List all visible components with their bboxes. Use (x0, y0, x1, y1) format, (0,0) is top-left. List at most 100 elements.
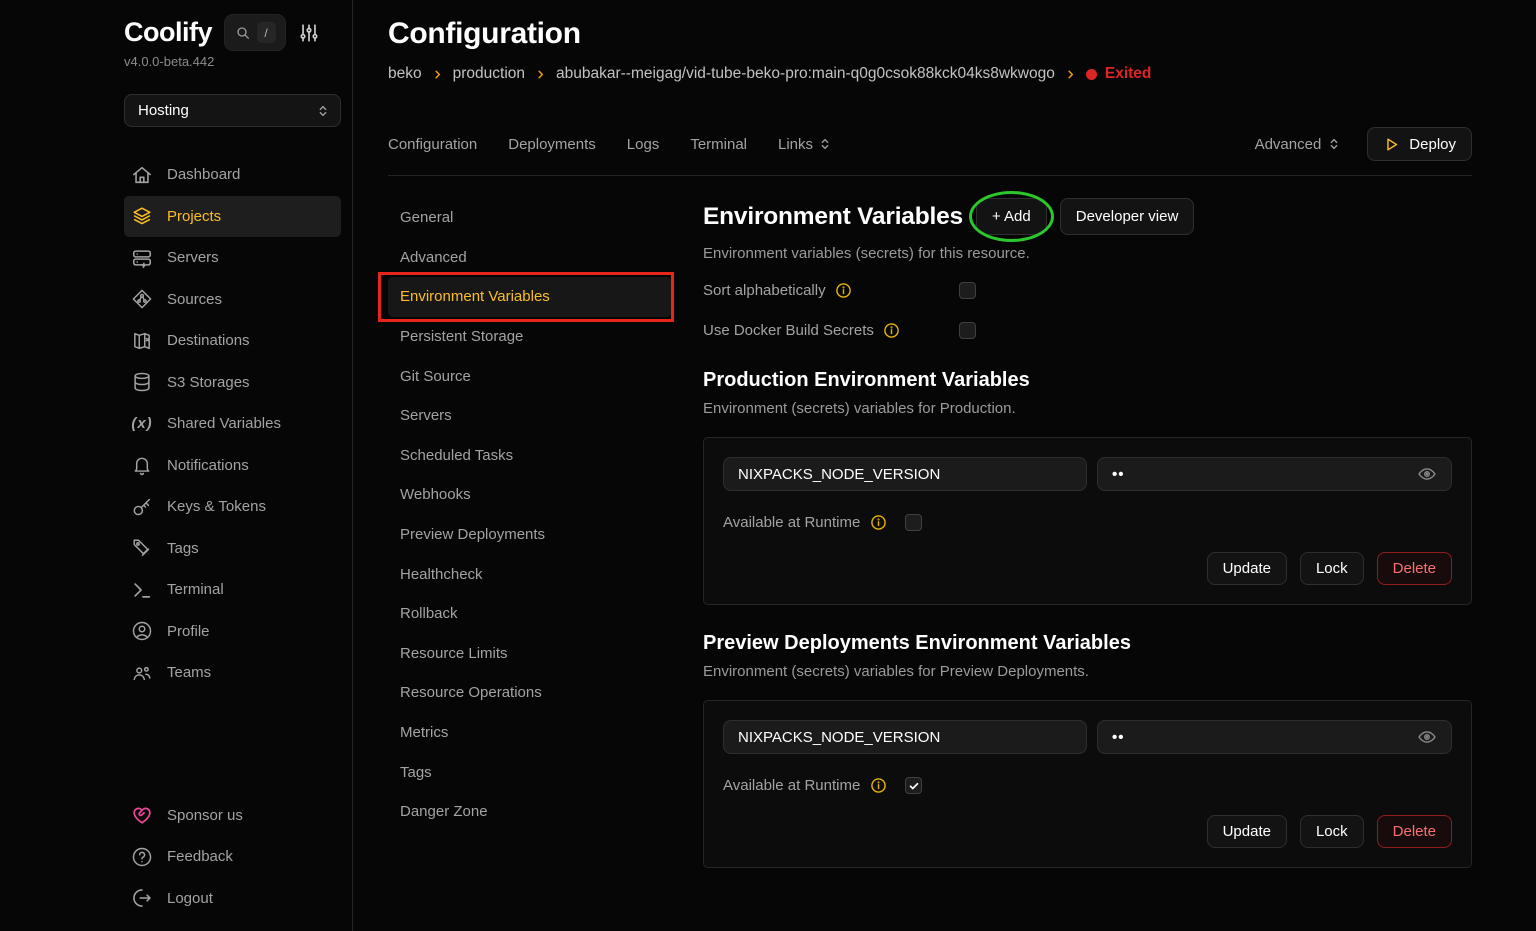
sidebar-item-logout[interactable]: Logout (124, 878, 341, 920)
env-var-name-input[interactable] (723, 457, 1087, 491)
slash-key-hint: / (257, 22, 276, 43)
advanced-dropdown[interactable]: Advanced (1255, 136, 1343, 153)
breadcrumb-team[interactable]: beko (388, 65, 422, 83)
sidebar-item-terminal[interactable]: Terminal (124, 569, 341, 611)
sidebar-item-label: Servers (167, 249, 219, 266)
delete-button[interactable]: Delete (1377, 552, 1452, 585)
sidebar-item-label: Keys & Tokens (167, 498, 266, 515)
subnav-item-servers[interactable]: Servers (388, 396, 672, 436)
sidebar-item-feedback[interactable]: Feedback (124, 836, 341, 878)
env-var-name-input[interactable] (723, 720, 1087, 754)
tab-links-label: Links (778, 136, 813, 153)
sidebar-item-projects[interactable]: Projects (124, 196, 341, 238)
sidebar-item-notifications[interactable]: Notifications (124, 445, 341, 487)
question-circle-icon (131, 846, 153, 868)
breadcrumb-environment[interactable]: production (453, 65, 525, 83)
sidebar-item-s3-storages[interactable]: S3 Storages (124, 362, 341, 404)
subnav-item-advanced[interactable]: Advanced (388, 238, 672, 278)
env-var-value-input[interactable]: •• (1097, 457, 1452, 491)
available-at-runtime-row: Available at Runtime (723, 777, 1452, 794)
subnav-item-scheduled-tasks[interactable]: Scheduled Tasks (388, 436, 672, 476)
info-icon (835, 282, 852, 299)
subnav-item-environment-variables[interactable]: Environment Variables (388, 277, 672, 317)
sidebar-item-servers[interactable]: Servers (124, 237, 341, 279)
sliders-icon[interactable] (298, 22, 320, 44)
subnav-item-danger-zone[interactable]: Danger Zone (388, 792, 672, 832)
tab-links[interactable]: Links (778, 136, 833, 153)
tab-logs[interactable]: Logs (627, 136, 660, 153)
subnav-item-tags[interactable]: Tags (388, 752, 672, 792)
chevron-up-down-icon (817, 136, 833, 152)
subnav-item-resource-limits[interactable]: Resource Limits (388, 634, 672, 674)
map-icon (131, 330, 153, 352)
sidebar-item-keys-tokens[interactable]: Keys & Tokens (124, 486, 341, 528)
info-icon (870, 777, 887, 794)
sidebar-item-label: Profile (167, 623, 210, 640)
sidebar-item-profile[interactable]: Profile (124, 611, 341, 653)
update-button[interactable]: Update (1207, 815, 1287, 848)
play-icon (1383, 136, 1400, 153)
subnav-item-persistent-storage[interactable]: Persistent Storage (388, 317, 672, 357)
sidebar-item-tags[interactable]: Tags (124, 528, 341, 570)
sidebar-item-sponsor-us[interactable]: Sponsor us (124, 795, 341, 837)
subnav-item-git-source[interactable]: Git Source (388, 356, 672, 396)
sort-alphabetically-row: Sort alphabetically (703, 279, 976, 302)
sidebar-item-label: Tags (167, 540, 199, 557)
sidebar: Coolify / v4.0.0-beta.442 Hosting Dashbo… (0, 0, 353, 931)
add-variable-button[interactable]: + Add (976, 198, 1047, 235)
search-button[interactable]: / (224, 14, 286, 51)
subnav-item-general[interactable]: General (388, 198, 672, 238)
preview-section-subtitle: Environment (secrets) variables for Prev… (703, 663, 1472, 680)
main-content: Configuration beko production abubakar--… (353, 0, 1536, 931)
sort-alphabetically-checkbox[interactable] (959, 282, 976, 299)
tabs-divider (388, 175, 1472, 176)
sidebar-item-label: Sources (167, 291, 222, 308)
deploy-button[interactable]: Deploy (1367, 127, 1472, 161)
lock-button[interactable]: Lock (1300, 815, 1364, 848)
check-icon (908, 780, 920, 792)
sidebar-item-dashboard[interactable]: Dashboard (124, 154, 341, 196)
sidebar-header: Coolify / (124, 14, 341, 51)
sidebar-item-destinations[interactable]: Destinations (124, 320, 341, 362)
available-at-runtime-checkbox[interactable] (905, 514, 922, 531)
page-title: Configuration (388, 17, 1472, 51)
subnav-item-preview-deployments[interactable]: Preview Deployments (388, 515, 672, 555)
subnav-item-webhooks[interactable]: Webhooks (388, 475, 672, 515)
status-badge[interactable]: Exited (1086, 65, 1152, 83)
sidebar-item-label: Notifications (167, 457, 249, 474)
tab-configuration[interactable]: Configuration (388, 136, 477, 153)
eye-icon[interactable] (1417, 727, 1437, 747)
lock-button[interactable]: Lock (1300, 552, 1364, 585)
breadcrumb-resource[interactable]: abubakar--meigag/vid-tube-beko-pro:main-… (556, 65, 1055, 83)
key-icon (131, 496, 153, 518)
production-section-title: Production Environment Variables (703, 369, 1472, 392)
developer-view-button[interactable]: Developer view (1060, 198, 1195, 235)
subnav-item-metrics[interactable]: Metrics (388, 713, 672, 753)
tab-deployments[interactable]: Deployments (508, 136, 596, 153)
env-var-card-preview: •• Available at Runtime Update Lock Dele… (703, 700, 1472, 868)
sidebar-item-teams[interactable]: Teams (124, 652, 341, 694)
server-icon (131, 247, 153, 269)
update-button[interactable]: Update (1207, 552, 1287, 585)
sidebar-item-shared-variables[interactable]: (x) Shared Variables (124, 403, 341, 445)
subnav-item-healthcheck[interactable]: Healthcheck (388, 554, 672, 594)
available-at-runtime-checkbox[interactable] (905, 777, 922, 794)
tab-terminal[interactable]: Terminal (690, 136, 747, 153)
team-selector[interactable]: Hosting (124, 94, 341, 127)
env-var-card-production: •• Available at Runtime Update Lock Dele… (703, 437, 1472, 605)
sidebar-item-sources[interactable]: Sources (124, 279, 341, 321)
subnav-item-rollback[interactable]: Rollback (388, 594, 672, 634)
sidebar-item-label: Feedback (167, 848, 233, 865)
team-selector-value: Hosting (138, 102, 189, 119)
search-icon (235, 25, 251, 41)
eye-icon[interactable] (1417, 464, 1437, 484)
sidebar-item-label: Shared Variables (167, 415, 281, 432)
subnav-item-resource-operations[interactable]: Resource Operations (388, 673, 672, 713)
bell-icon (131, 454, 153, 476)
delete-button[interactable]: Delete (1377, 815, 1452, 848)
heart-hands-icon (131, 804, 153, 826)
subnav-item-label: Environment Variables (400, 288, 550, 305)
docker-build-secrets-checkbox[interactable] (959, 322, 976, 339)
env-var-value-input[interactable]: •• (1097, 720, 1452, 754)
layers-icon (131, 205, 153, 227)
